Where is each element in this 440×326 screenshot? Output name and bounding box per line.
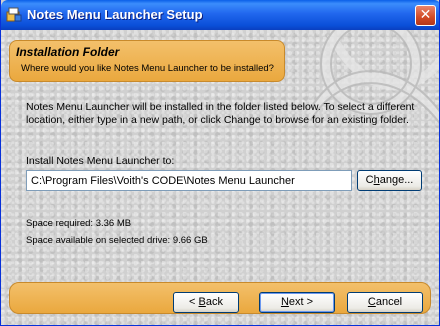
- close-icon: ✕: [419, 7, 432, 23]
- window-title: Notes Menu Launcher Setup: [27, 7, 203, 22]
- back-button[interactable]: < Back: [173, 292, 239, 313]
- change-button-label-pre: C: [365, 174, 374, 186]
- page-title: Installation Folder: [16, 45, 120, 59]
- wizard-content: Installation Folder Where would you like…: [1, 30, 439, 325]
- cancel-button-accel: C: [367, 296, 376, 308]
- install-path-label: Install Notes Menu Launcher to:: [26, 155, 175, 167]
- install-path-input[interactable]: [26, 170, 352, 191]
- back-button-accel: B: [198, 296, 206, 308]
- next-button-accel: N: [280, 296, 289, 308]
- space-required-text: Space required: 3.36 MB: [26, 218, 132, 229]
- space-available-text: Space available on selected drive: 9.66 …: [26, 235, 208, 246]
- close-button[interactable]: ✕: [415, 5, 436, 26]
- install-description: Notes Menu Launcher will be installed in…: [26, 101, 415, 126]
- decorative-knot-graphic: [307, 30, 439, 125]
- back-button-label-post: ack: [205, 296, 223, 308]
- title-bar[interactable]: Notes Menu Launcher Setup ✕: [1, 0, 439, 30]
- change-button[interactable]: Change...: [357, 170, 422, 191]
- cancel-button[interactable]: Cancel: [347, 292, 423, 313]
- next-button[interactable]: Next >: [259, 292, 335, 313]
- back-button-label-pre: <: [189, 296, 199, 308]
- change-button-label-post: ange...: [379, 174, 414, 186]
- next-button-label-post: ext >: [288, 296, 314, 308]
- page-subtitle: Where would you like Notes Menu Launcher…: [21, 63, 274, 74]
- setup-installer-icon: [6, 7, 22, 22]
- setup-window: Notes Menu Launcher Setup ✕ Installation…: [0, 0, 440, 326]
- cancel-button-label-post: ancel: [375, 296, 403, 308]
- header-band: Installation Folder Where would you like…: [9, 40, 285, 82]
